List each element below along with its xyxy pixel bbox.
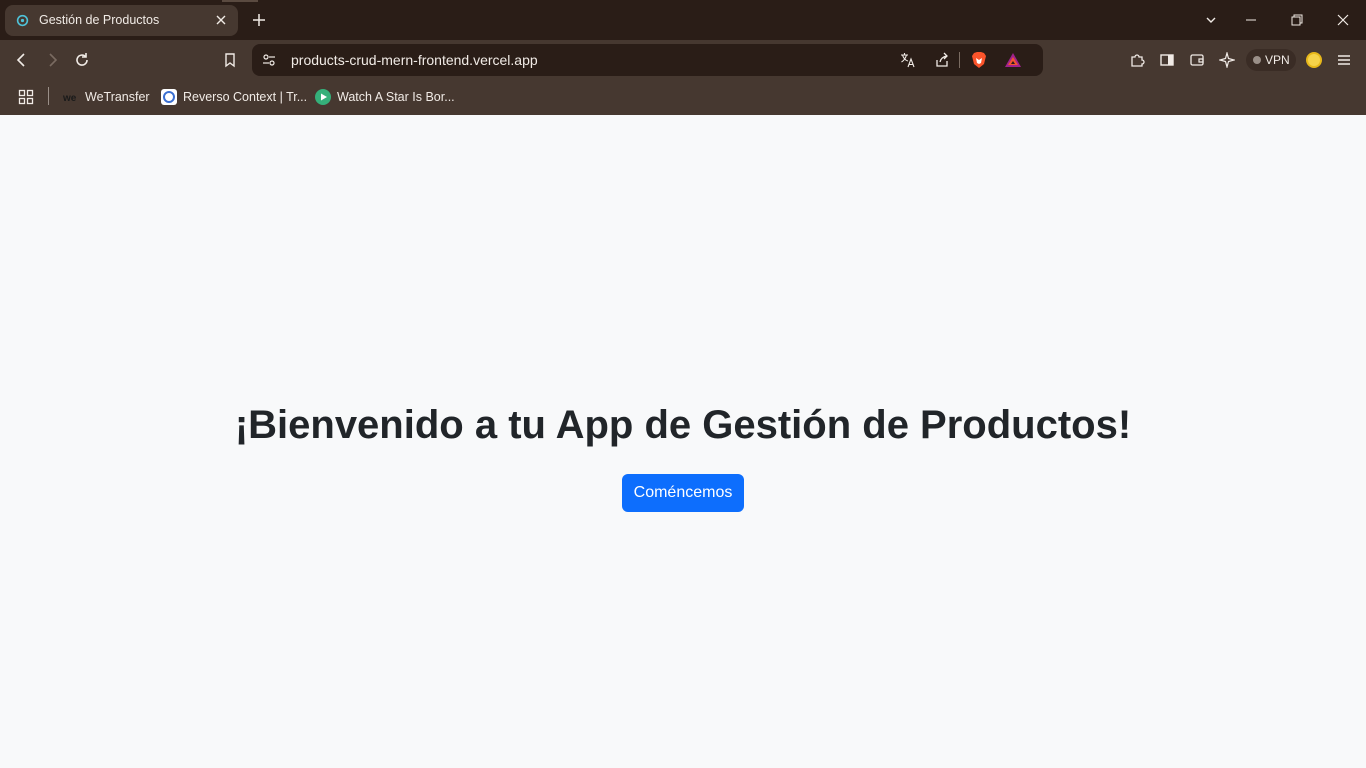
wallet-button[interactable] (1187, 50, 1207, 70)
restore-icon (1291, 14, 1303, 26)
menu-button[interactable] (1334, 50, 1354, 70)
close-tab-icon[interactable] (212, 11, 230, 29)
translate-button[interactable] (898, 50, 918, 70)
reload-icon (76, 53, 88, 66)
tab-title: Gestión de Productos (39, 13, 160, 27)
leo-ai-button[interactable] (1217, 50, 1237, 70)
apps-grid-icon (18, 89, 34, 105)
chevron-down-icon (1206, 17, 1216, 23)
close-window-button[interactable] (1320, 0, 1366, 40)
restore-button[interactable] (1274, 0, 1320, 40)
browser-titlebar: Gestión de Productos (0, 0, 1366, 40)
hamburger-menu-icon (1338, 55, 1350, 65)
minimize-button[interactable] (1228, 0, 1274, 40)
profile-avatar-icon (1306, 52, 1322, 68)
bookmark-wetransfer[interactable]: we WeTransfer (63, 87, 150, 107)
tab-strip-indicator (222, 0, 258, 2)
bookmark-label: WeTransfer (85, 90, 150, 104)
gear-favicon-icon (16, 14, 29, 27)
sidebar-button[interactable] (1157, 50, 1177, 70)
tune-icon (263, 54, 275, 66)
vpn-button[interactable]: VPN (1246, 49, 1296, 71)
bookmark-icon (225, 53, 235, 68)
back-button[interactable] (12, 50, 32, 70)
share-button[interactable] (932, 50, 952, 70)
page-title: ¡Bienvenido a tu App de Gestión de Produ… (234, 403, 1132, 447)
arrow-left-icon (16, 53, 25, 67)
bookmark-label: Reverso Context | Tr... (183, 90, 308, 104)
profile-button[interactable] (1304, 50, 1324, 70)
forward-button[interactable] (42, 50, 62, 70)
puzzle-icon (1131, 54, 1145, 67)
close-icon (1337, 14, 1349, 26)
brave-shields-button[interactable] (969, 50, 989, 70)
wallet-icon (1190, 54, 1204, 66)
get-started-button[interactable]: Coméncemos (622, 474, 744, 512)
extensions-button[interactable] (1127, 50, 1147, 70)
apps-button[interactable] (16, 87, 36, 107)
omnibox-divider (959, 52, 960, 68)
play-icon (315, 89, 331, 105)
sparkle-icon (1219, 52, 1235, 68)
bookmark-label: Watch A Star Is Bor... (337, 90, 455, 104)
reverso-icon (161, 89, 177, 105)
url-text[interactable]: products-crud-mern-frontend.vercel.app (291, 52, 538, 68)
vpn-label: VPN (1265, 53, 1290, 67)
bookmarks-bar: we WeTransfer Reverso Context | Tr... Wa… (0, 80, 1366, 115)
rewards-triangle-icon (1005, 53, 1021, 67)
bookmark-reverso[interactable]: Reverso Context | Tr... (161, 87, 307, 107)
address-bar[interactable]: products-crud-mern-frontend.vercel.app (252, 44, 1043, 76)
sidebar-icon (1160, 54, 1174, 66)
share-icon (936, 52, 948, 67)
site-settings-button[interactable] (259, 50, 279, 70)
translate-icon (901, 53, 915, 68)
wetransfer-icon: we (63, 89, 79, 105)
vpn-status-dot-icon (1253, 56, 1261, 64)
reload-button[interactable] (72, 50, 92, 70)
minimize-icon (1246, 19, 1256, 21)
brave-lion-icon (972, 52, 986, 68)
bookmarks-divider (48, 87, 49, 105)
bookmark-button[interactable] (220, 50, 240, 70)
brave-rewards-button[interactable] (1003, 50, 1023, 70)
svg-text:we: we (63, 93, 77, 102)
bookmark-watch-a-star[interactable]: Watch A Star Is Bor... (315, 87, 455, 107)
browser-tab[interactable]: Gestión de Productos (5, 5, 238, 36)
new-tab-icon[interactable] (249, 10, 269, 30)
page-content: ¡Bienvenido a tu App de Gestión de Produ… (0, 115, 1366, 768)
arrow-right-icon (49, 53, 58, 67)
